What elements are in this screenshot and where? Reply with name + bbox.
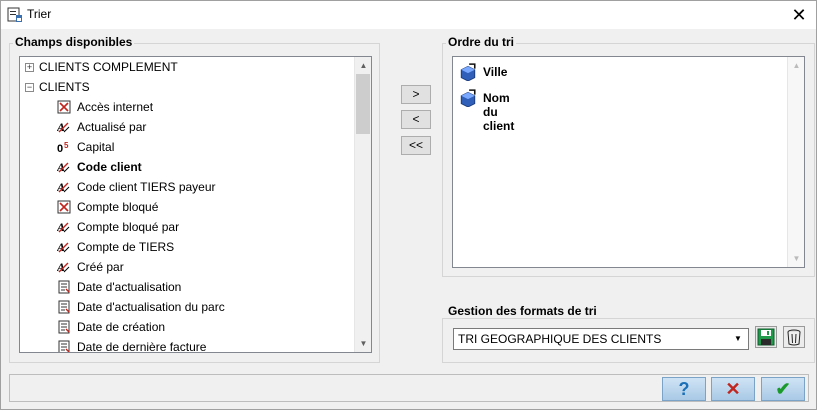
close-icon[interactable]: ✕: [788, 4, 810, 26]
chevron-down-icon[interactable]: ▼: [730, 331, 746, 347]
numeric-field-icon: 05: [57, 140, 71, 155]
checkbox-field-icon: [57, 100, 71, 114]
tree-item[interactable]: A Actualisé par: [20, 117, 355, 137]
tree-item[interactable]: A Code client TIERS payeur: [20, 177, 355, 197]
save-format-button[interactable]: [755, 326, 777, 348]
sort-format-value: TRI GEOGRAPHIQUE DES CLIENTS: [458, 332, 662, 346]
tree-item-label: Créé par: [77, 260, 124, 274]
tree-item-label: Compte bloqué par: [77, 220, 180, 234]
tree-item-label: Date de création: [77, 320, 166, 334]
tree-item[interactable]: Date d'actualisation: [20, 277, 355, 297]
tree-node-label: CLIENTS: [39, 80, 90, 94]
sort-item-label: Nom du client: [483, 91, 515, 133]
text-field-icon: A: [56, 260, 71, 274]
tree-node[interactable]: − CLIENTS: [20, 77, 355, 97]
ordre-scrollbar[interactable]: ▲ ▼: [787, 57, 804, 267]
text-field-icon: A: [56, 220, 71, 234]
sort-item-label: Ville: [483, 65, 508, 79]
tree-item-label: Date d'actualisation: [77, 280, 182, 294]
svg-text:5: 5: [64, 141, 69, 150]
sort-dialog: Trier ✕ Champs disponibles + CLIENTS COMP…: [0, 0, 817, 410]
svg-text:0: 0: [57, 143, 63, 154]
champs-tree[interactable]: + CLIENTS COMPLEMENT − CLIENTS Accès interne…: [19, 56, 372, 353]
tree-item-label: Accès internet: [77, 100, 154, 114]
tree-node[interactable]: + CLIENTS COMPLEMENT: [20, 57, 355, 77]
champs-scrollbar[interactable]: ▲ ▼: [354, 57, 371, 352]
tree-item-label: Capital: [77, 140, 115, 154]
floppy-disk-icon: [757, 328, 775, 346]
date-field-icon: [57, 280, 71, 294]
tree-item[interactable]: A Créé par: [20, 257, 355, 277]
date-field-icon: [57, 320, 71, 334]
ordre-title: Ordre du tri: [446, 35, 517, 49]
tree-item-label: Compte de TIERS: [77, 240, 175, 254]
champs-title: Champs disponibles: [13, 35, 135, 49]
tree-item[interactable]: A Compte de TIERS: [20, 237, 355, 257]
scroll-up-icon[interactable]: ▲: [788, 57, 804, 74]
tree-item-label: Actualisé par: [77, 120, 147, 134]
tree-item[interactable]: A Compte bloqué par: [20, 217, 355, 237]
sort-format-select[interactable]: TRI GEOGRAPHIQUE DES CLIENTS ▼: [453, 328, 749, 350]
title-bar: Trier ✕: [1, 1, 816, 29]
tree-node-label: CLIENTS COMPLEMENT: [39, 60, 178, 74]
checkbox-field-icon: [57, 200, 71, 214]
tree-item[interactable]: Date d'actualisation du parc: [20, 297, 355, 317]
date-field-icon: [57, 300, 71, 314]
app-icon: [7, 7, 22, 22]
cancel-button[interactable]: ✕: [711, 377, 755, 401]
trash-icon: [787, 329, 801, 346]
delete-format-button[interactable]: [783, 326, 805, 348]
tree-item[interactable]: Compte bloqué: [20, 197, 355, 217]
text-field-icon: A: [56, 120, 71, 134]
gestion-title: Gestion des formats de tri: [446, 304, 599, 318]
ordre-list[interactable]: Ville Nom du client ▲ ▼: [452, 56, 805, 268]
tree-item-label: Code client: [77, 160, 142, 174]
date-field-icon: [57, 340, 71, 352]
remove-all-button[interactable]: <<: [401, 136, 431, 155]
scroll-down-icon[interactable]: ▼: [788, 250, 804, 267]
help-button[interactable]: ?: [662, 377, 706, 401]
scroll-thumb[interactable]: [356, 74, 370, 134]
sort-field-icon: [460, 63, 476, 81]
tree-item-label: Code client TIERS payeur: [77, 180, 216, 194]
add-field-button[interactable]: >: [401, 85, 431, 104]
tree-item[interactable]: A Code client: [20, 157, 355, 177]
tree-item[interactable]: Accès internet: [20, 97, 355, 117]
sort-field-icon: [460, 89, 476, 107]
expander-minus-icon[interactable]: −: [25, 83, 34, 92]
tree-item-label: Compte bloqué: [77, 200, 159, 214]
tree-item[interactable]: Date de dernière facture: [20, 337, 355, 353]
scroll-down-icon[interactable]: ▼: [355, 335, 371, 352]
tree-item-label: Date d'actualisation du parc: [77, 300, 225, 314]
tree-item[interactable]: 0 5 Capital: [20, 137, 355, 157]
tree-item[interactable]: Date de création: [20, 317, 355, 337]
ok-button[interactable]: ✔: [761, 377, 805, 401]
text-field-icon: A: [56, 160, 71, 174]
text-field-icon: A: [56, 180, 71, 194]
scroll-up-icon[interactable]: ▲: [355, 57, 371, 74]
expander-plus-icon[interactable]: +: [25, 63, 34, 72]
window-title: Trier: [27, 7, 52, 21]
tree-item-label: Date de dernière facture: [77, 340, 207, 353]
remove-field-button[interactable]: <: [401, 110, 431, 129]
text-field-icon: A: [56, 240, 71, 254]
